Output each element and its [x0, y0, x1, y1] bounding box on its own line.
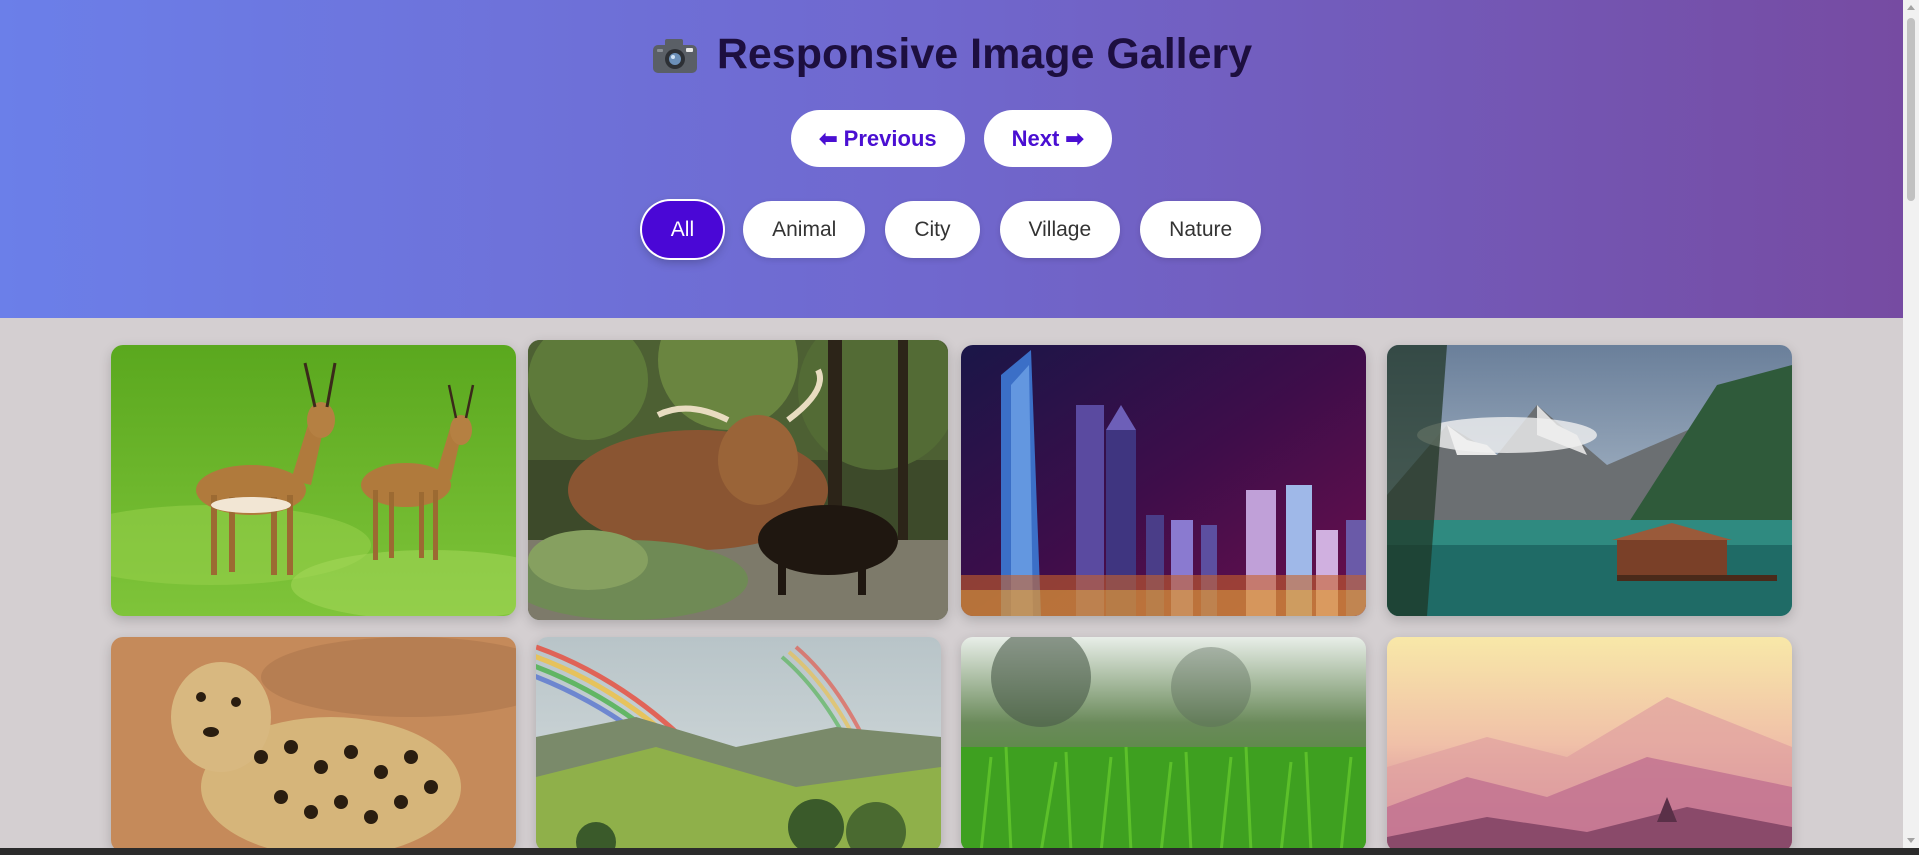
bottom-edge: [0, 848, 1919, 855]
next-button[interactable]: Next ➡: [983, 110, 1112, 167]
gallery-image-city-night[interactable]: [961, 345, 1366, 616]
gallery-image-green-grass[interactable]: [961, 637, 1366, 852]
filter-animal-button[interactable]: Animal: [743, 201, 866, 258]
filter-all-button[interactable]: All: [641, 201, 724, 258]
gallery-image-misty-mountains[interactable]: [1387, 637, 1792, 852]
filter-village-button[interactable]: Village: [999, 201, 1121, 258]
page-title: Responsive Image Gallery: [716, 30, 1253, 78]
gallery-image-rainbow-valley[interactable]: [536, 637, 941, 852]
scroll-down-arrow-icon[interactable]: [1907, 838, 1915, 843]
filter-nature-button[interactable]: Nature: [1140, 201, 1262, 258]
hero-header: Responsive Image Gallery ⬅ Previous Next…: [0, 0, 1903, 318]
camera-icon: [651, 35, 699, 75]
gallery-image-mountain-lake[interactable]: [1387, 345, 1792, 616]
pagination-controls: ⬅ Previous Next ➡: [0, 110, 1903, 167]
filter-city-button[interactable]: City: [885, 201, 980, 258]
gallery-image-highland-cattle[interactable]: [528, 340, 948, 620]
scroll-up-arrow-icon[interactable]: [1907, 5, 1915, 10]
vertical-scrollbar[interactable]: [1903, 0, 1919, 848]
previous-button[interactable]: ⬅ Previous: [791, 110, 965, 167]
gallery-image-leopard[interactable]: [111, 637, 516, 852]
title-row: Responsive Image Gallery: [0, 30, 1903, 79]
category-filters: All Animal City Village Nature: [0, 201, 1903, 258]
gallery-image-impalas[interactable]: [111, 345, 516, 616]
scrollbar-thumb[interactable]: [1907, 18, 1915, 201]
